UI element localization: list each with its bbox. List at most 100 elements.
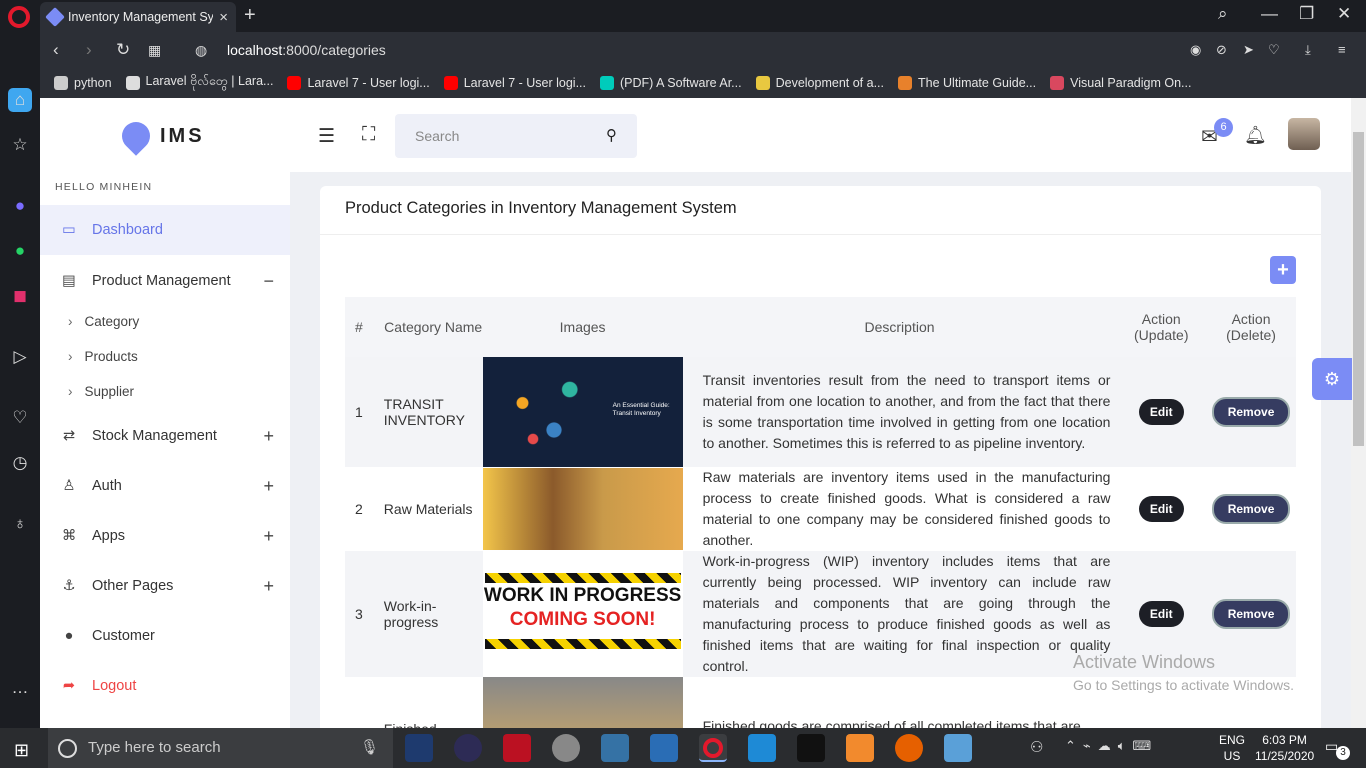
sidebar-item-logout[interactable]: ➦ Logout — [40, 661, 290, 711]
expand-icon[interactable]: + — [263, 526, 274, 547]
star-icon[interactable]: ☆ — [8, 133, 32, 157]
microphone-icon[interactable]: 🎙︎ — [360, 728, 379, 768]
bookmark-item[interactable]: python — [54, 76, 112, 90]
taskbar-database-icon[interactable] — [552, 734, 580, 762]
taskbar-clock[interactable]: 6:03 PM 11/25/2020 — [1255, 732, 1314, 764]
sidebar-item-label: Dashboard — [92, 222, 163, 238]
bookmark-label: Visual Paradigm On... — [1070, 76, 1192, 90]
speed-dial-icon[interactable]: ▦ — [148, 42, 161, 59]
forward-icon[interactable]: › — [86, 40, 92, 60]
avatar[interactable] — [1288, 118, 1320, 150]
sidebar-subitem-products[interactable]: › Products — [68, 349, 138, 364]
new-tab-icon[interactable]: + — [244, 4, 256, 27]
taskbar-app-icon[interactable] — [405, 734, 433, 762]
send-icon[interactable]: ➤ — [1243, 42, 1254, 58]
tab-close-icon[interactable]: × — [219, 9, 236, 26]
window-close-icon[interactable]: ✕ — [1337, 4, 1351, 24]
bookmark-item[interactable]: Laravel 7 - User logi... — [443, 76, 586, 90]
bookmark-item[interactable]: (PDF) A Software Ar... — [600, 76, 742, 90]
fullscreen-icon[interactable]: ⛶ — [362, 124, 375, 146]
chevron-right-icon: › — [68, 349, 73, 364]
cortana-circle-icon — [58, 739, 77, 758]
taskbar-python-icon[interactable] — [601, 734, 629, 762]
bookmark-item[interactable]: Visual Paradigm On... — [1050, 76, 1191, 90]
taskbar-search-input[interactable]: Type here to search 🎙︎ — [48, 728, 393, 768]
remove-button[interactable]: Remove — [1211, 397, 1291, 427]
taskbar-xampp-icon[interactable] — [846, 734, 874, 762]
windows-start-icon[interactable]: ⊞ — [14, 740, 29, 761]
camera-icon[interactable]: ◉ — [1190, 42, 1201, 58]
row-number: 3 — [355, 606, 363, 622]
sidebar-item-auth[interactable]: ♙ Auth + — [40, 461, 290, 511]
taskbar-vscode-icon[interactable] — [748, 734, 776, 762]
settings-gear-icon[interactable]: ⚙ — [1312, 358, 1352, 400]
language-indicator[interactable]: ENG US — [1219, 732, 1245, 764]
search-icon[interactable]: ⚲ — [606, 126, 617, 144]
add-category-button[interactable]: + — [1270, 256, 1296, 284]
taskbar-paint-icon[interactable] — [944, 734, 972, 762]
sidebar-item-apps[interactable]: ⌘ Apps + — [40, 511, 290, 561]
sidebar-item-customer[interactable]: ● Customer — [40, 611, 290, 661]
remove-button[interactable]: Remove — [1211, 494, 1291, 524]
people-icon[interactable]: ⚇ — [1030, 738, 1043, 756]
col-header-category-name: Category Name — [384, 319, 483, 335]
scrollbar-thumb[interactable] — [1353, 132, 1364, 446]
bookmark-favicon-icon — [755, 76, 770, 90]
taskbar-app-icon[interactable] — [650, 734, 678, 762]
heart-sidebar-icon[interactable]: ♡ — [8, 406, 32, 430]
back-icon[interactable]: ‹ — [53, 40, 59, 60]
delete-cell: Remove — [1206, 551, 1296, 677]
restore-icon[interactable]: ❐ — [1299, 4, 1314, 24]
history-icon[interactable]: ◷ — [8, 451, 32, 475]
bookmark-item[interactable]: Laravel ဗိုလ်တွေ | Lara... — [125, 74, 273, 92]
brand[interactable]: IMS — [116, 116, 205, 156]
sidebar-item-stock-management[interactable]: ⇄ Stock Management + — [40, 411, 290, 461]
hamburger-menu-icon[interactable]: ☰ — [318, 125, 335, 148]
edit-button[interactable]: Edit — [1138, 601, 1184, 627]
heart-icon[interactable]: ♡ — [1268, 42, 1280, 58]
adblock-icon[interactable]: ⊘ — [1216, 42, 1227, 58]
taskbar-terminal-icon[interactable] — [797, 734, 825, 762]
edit-button[interactable]: Edit — [1138, 399, 1184, 425]
expand-icon[interactable]: + — [263, 426, 274, 447]
send-sidebar-icon[interactable]: ▷ — [8, 345, 32, 369]
browser-search-icon[interactable]: ⌕ — [1218, 4, 1228, 24]
url-field[interactable]: localhost:8000/categories — [227, 42, 386, 58]
more-icon[interactable]: … — [8, 676, 32, 700]
bookmark-label: Development of a... — [775, 76, 884, 90]
tray-icons[interactable]: ⌃⌁☁🔈︎⌨ — [1065, 738, 1158, 754]
browser-tab[interactable]: Inventory Management Sys × — [40, 2, 236, 32]
menu-lines-icon[interactable]: ≡ — [1338, 42, 1346, 57]
taskbar-app-icon[interactable] — [503, 734, 531, 762]
sidebar-item-dashboard[interactable]: ▭ Dashboard — [40, 205, 290, 255]
bulb-icon[interactable]: ♁ — [8, 512, 32, 536]
delete-cell: Remove — [1206, 357, 1296, 467]
instagram-icon[interactable]: ◼ — [8, 284, 32, 308]
taskbar-opera-icon[interactable] — [699, 734, 727, 762]
sidebar-item-other-pages[interactable]: ⚓ Other Pages + — [40, 561, 290, 611]
minimize-icon[interactable]: — — [1261, 4, 1278, 24]
edit-button[interactable]: Edit — [1138, 496, 1184, 522]
expand-icon[interactable]: + — [263, 576, 274, 597]
sidebar-subitem-category[interactable]: › Category — [68, 314, 139, 329]
search-input[interactable]: Search — [395, 114, 637, 158]
bell-icon[interactable]: 🔔︎ — [1244, 125, 1267, 146]
taskbar-firefox-icon[interactable] — [895, 734, 923, 762]
bookmark-item[interactable]: Laravel 7 - User logi... — [287, 76, 430, 90]
sidebar-item-label: Other Pages — [92, 578, 174, 594]
bookmark-item[interactable]: Development of a... — [755, 76, 884, 90]
messenger-icon[interactable]: ● — [8, 194, 32, 218]
reload-icon[interactable]: ↻ — [116, 40, 130, 60]
bookmark-item[interactable]: The Ultimate Guide... — [898, 76, 1036, 90]
taskbar-eclipse-icon[interactable] — [454, 734, 482, 762]
sidebar-subitem-supplier[interactable]: › Supplier — [68, 384, 134, 399]
expand-icon[interactable]: + — [263, 476, 274, 497]
remove-button[interactable]: Remove — [1211, 599, 1291, 629]
category-name: TRANSIT INVENTORY — [383, 396, 465, 428]
download-icon[interactable]: ⤓ — [1305, 42, 1311, 58]
whatsapp-icon[interactable]: ● — [8, 239, 32, 263]
sidebar-item-product-management[interactable]: ▤ Product Management − — [40, 256, 290, 306]
home-icon[interactable]: ⌂ — [8, 88, 32, 112]
opera-logo-icon[interactable] — [8, 6, 30, 28]
collapse-icon[interactable]: − — [263, 271, 274, 292]
